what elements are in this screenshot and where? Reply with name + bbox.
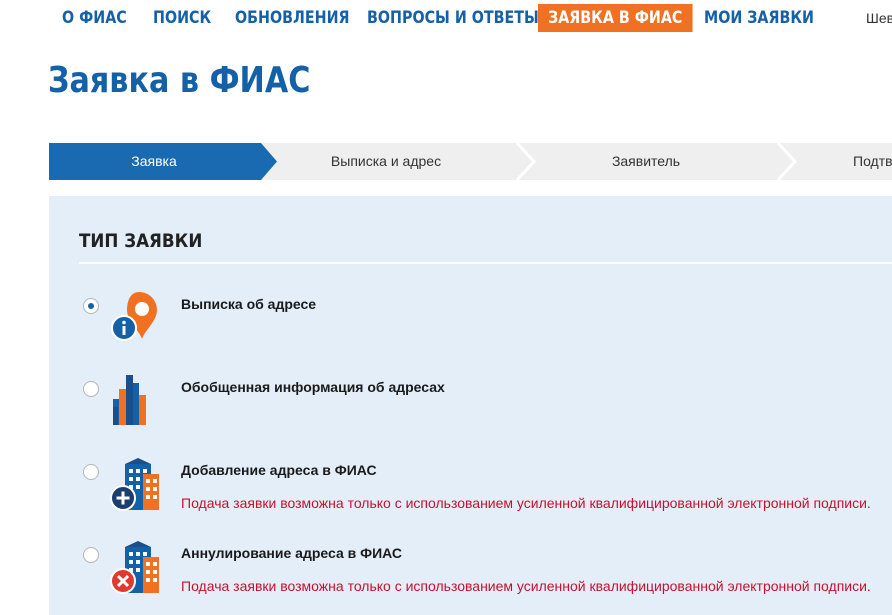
- option-label[interactable]: Аннулирование адреса в ФИАС: [181, 545, 402, 561]
- step-label: Подтв: [853, 153, 892, 169]
- step-separator-active: [259, 143, 277, 180]
- step-label: Выписка и адрес: [330, 153, 442, 169]
- option-label[interactable]: Добавление адреса в ФИАС: [181, 462, 377, 478]
- step-applicant[interactable]: Заявитель: [537, 143, 755, 180]
- add-building-icon: [110, 458, 159, 511]
- cancel-building-icon: [110, 541, 159, 594]
- option-label[interactable]: Выписка об адресе: [181, 296, 316, 312]
- request-type-panel: ТИП ЗАЯВКИ Выписка об адресе Обобщенная …: [49, 196, 892, 615]
- step-separator: [515, 143, 537, 180]
- radio-cancel-address[interactable]: [83, 547, 99, 563]
- option-cancel-address: Аннулирование адреса в ФИАС Подача заявк…: [49, 541, 892, 615]
- nav-my-requests[interactable]: МОИ ЗАЯВКИ: [704, 4, 814, 32]
- step-label: Заявитель: [611, 153, 681, 169]
- bar-chart-icon: [113, 375, 146, 425]
- signature-warning: Подача заявки возможна только с использо…: [181, 578, 871, 594]
- nav-about-fias[interactable]: О ФИАС: [62, 4, 127, 32]
- step-separator: [776, 143, 798, 180]
- step-request[interactable]: Заявка: [49, 143, 259, 180]
- option-summary-info: Обобщенная информация об адресах: [49, 375, 892, 449]
- step-label: Заявка: [131, 153, 177, 169]
- signature-warning: Подача заявки возможна только с использо…: [181, 495, 871, 511]
- section-title: ТИП ЗАЯВКИ: [79, 230, 203, 252]
- user-name[interactable]: Шев: [866, 10, 892, 26]
- nav-search[interactable]: ПОИСК: [153, 4, 211, 32]
- option-add-address: Добавление адреса в ФИАС Подача заявки в…: [49, 458, 892, 532]
- page-title: Заявка в ФИАС: [48, 60, 311, 101]
- top-navigation: О ФИАС ПОИСК ОБНОВЛЕНИЯ ВОПРОСЫ И ОТВЕТЫ…: [0, 0, 892, 36]
- option-address-extract: Выписка об адресе: [49, 292, 892, 366]
- step-progress-bar: Заявка Выписка и адрес Заявитель Подтв: [49, 143, 892, 180]
- divider: [79, 262, 892, 264]
- radio-add-address[interactable]: [83, 464, 99, 480]
- address-info-icon: [111, 292, 157, 341]
- step-confirm[interactable]: Подтв: [801, 143, 892, 180]
- nav-request-fias[interactable]: ЗАЯВКА В ФИАС: [538, 4, 693, 32]
- option-label[interactable]: Обобщенная информация об адресах: [181, 379, 445, 395]
- radio-summary-info[interactable]: [83, 381, 99, 397]
- nav-faq[interactable]: ВОПРОСЫ И ОТВЕТЫ: [367, 4, 539, 32]
- nav-updates[interactable]: ОБНОВЛЕНИЯ: [235, 4, 350, 32]
- step-extract-address[interactable]: Выписка и адрес: [277, 143, 495, 180]
- radio-address-extract[interactable]: [83, 298, 99, 314]
